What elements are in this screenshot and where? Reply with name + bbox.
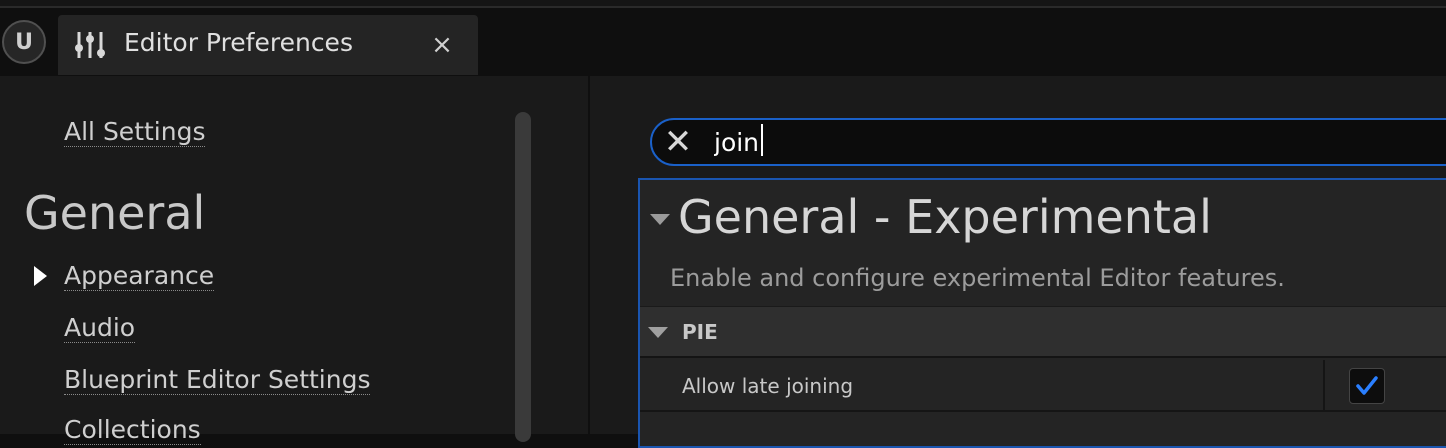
- search-field[interactable]: ✕: [650, 118, 1446, 166]
- sidebar-item-collections[interactable]: Collections: [64, 416, 201, 445]
- clear-search-icon[interactable]: ✕: [660, 124, 696, 160]
- sidebar-item-audio[interactable]: Audio: [64, 314, 136, 343]
- unreal-logo-icon[interactable]: U: [2, 20, 46, 64]
- subcategory-collapse-icon[interactable]: [648, 327, 668, 338]
- category-title: General - Experimental: [678, 190, 1212, 244]
- property-label: Allow late joining: [682, 374, 854, 398]
- subcategory-title: PIE: [682, 320, 718, 344]
- collapse-arrow-icon[interactable]: [650, 214, 670, 225]
- all-settings-link[interactable]: All Settings: [64, 118, 206, 147]
- category-description: Enable and configure experimental Editor…: [670, 264, 1285, 292]
- top-border: [0, 0, 1446, 8]
- sidebar-scrollbar[interactable]: [515, 112, 531, 442]
- close-tab-icon[interactable]: ×: [430, 27, 454, 63]
- sliders-icon: [75, 32, 105, 58]
- allow-late-joining-checkbox[interactable]: [1349, 368, 1385, 404]
- checkmark-icon: [1356, 376, 1378, 395]
- sidebar-item-blueprint-editor-settings[interactable]: Blueprint Editor Settings: [64, 366, 371, 395]
- search-input[interactable]: [714, 124, 1446, 160]
- sidebar-item-appearance[interactable]: Appearance: [64, 262, 215, 291]
- sidebar-section-general: General: [24, 186, 206, 240]
- expand-arrow-icon[interactable]: [34, 266, 47, 286]
- tab-title: Editor Preferences: [124, 28, 353, 57]
- text-caret: [761, 124, 763, 156]
- property-column-divider[interactable]: [1323, 360, 1325, 412]
- tab-editor-preferences[interactable]: Editor Preferences ×: [58, 15, 478, 75]
- subcategory-header[interactable]: [640, 306, 1446, 358]
